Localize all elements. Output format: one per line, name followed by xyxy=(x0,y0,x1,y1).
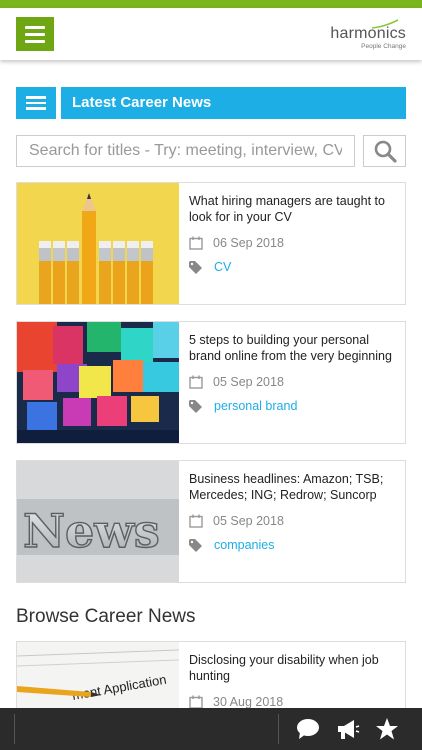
tag-icon xyxy=(189,538,202,552)
chat-button[interactable] xyxy=(295,716,321,742)
list-button[interactable] xyxy=(16,87,56,119)
toolbar-divider xyxy=(278,714,279,744)
article-date: 05 Sep 2018 xyxy=(213,375,284,389)
article-tag-row: personal brand xyxy=(189,399,399,413)
favourites-button[interactable] xyxy=(374,716,400,742)
article-card[interactable]: What hiring managers are taught to look … xyxy=(16,182,406,305)
article-date: 06 Sep 2018 xyxy=(213,236,284,250)
article-image-pencils xyxy=(17,183,179,304)
calendar-icon xyxy=(189,236,203,250)
toolbar-divider xyxy=(14,714,15,744)
announcements-button[interactable] xyxy=(335,716,361,742)
article-title[interactable]: Business headlines: Amazon; TSB; Mercede… xyxy=(189,471,399,503)
article-card[interactable]: News Business headlines: Amazon; TSB; Me… xyxy=(16,460,406,583)
article-card[interactable]: 5 steps to building your personal brand … xyxy=(16,321,406,444)
calendar-icon xyxy=(189,514,203,528)
article-date-row: 30 Aug 2018 xyxy=(189,695,399,709)
article-tag[interactable]: companies xyxy=(214,538,274,552)
logo-text: harmonics xyxy=(330,25,406,42)
article-title[interactable]: Disclosing your disability when job hunt… xyxy=(189,652,399,684)
latest-news-bar: Latest Career News xyxy=(16,87,406,119)
megaphone-icon xyxy=(338,720,360,739)
tag-icon xyxy=(189,399,202,413)
article-date: 05 Sep 2018 xyxy=(213,514,284,528)
calendar-icon xyxy=(189,695,203,709)
star-icon xyxy=(376,718,398,740)
top-accent-bar xyxy=(0,0,422,8)
tag-icon xyxy=(189,260,202,274)
article-image-news-letterpress: News xyxy=(17,461,179,582)
search-input[interactable] xyxy=(16,135,355,167)
article-tag[interactable]: CV xyxy=(214,260,231,274)
news-image-text: News xyxy=(23,504,160,558)
logo-tagline: People Change xyxy=(361,43,406,50)
article-tag-row: CV xyxy=(189,260,399,274)
harmonics-logo[interactable]: harmonics People Change xyxy=(322,19,406,51)
search-icon xyxy=(374,140,397,163)
bottom-toolbar xyxy=(0,708,422,750)
article-title[interactable]: What hiring managers are taught to look … xyxy=(189,193,399,225)
article-date-row: 06 Sep 2018 xyxy=(189,236,399,250)
section-title: Latest Career News xyxy=(61,87,406,119)
search-button[interactable] xyxy=(363,135,406,167)
menu-button[interactable] xyxy=(16,17,54,51)
article-tag[interactable]: personal brand xyxy=(214,399,297,413)
calendar-icon xyxy=(189,375,203,389)
article-tag-row: companies xyxy=(189,538,399,552)
list-icon xyxy=(26,96,46,99)
article-date-row: 05 Sep 2018 xyxy=(189,375,399,389)
chat-icon xyxy=(297,719,319,739)
app-header: harmonics People Change xyxy=(0,8,422,60)
article-date-row: 05 Sep 2018 xyxy=(189,514,399,528)
menu-icon xyxy=(25,25,45,29)
browse-section-title: Browse Career News xyxy=(16,606,196,627)
article-image-colored-blocks xyxy=(17,322,179,443)
article-title[interactable]: 5 steps to building your personal brand … xyxy=(189,332,399,364)
article-date: 30 Aug 2018 xyxy=(213,695,284,709)
